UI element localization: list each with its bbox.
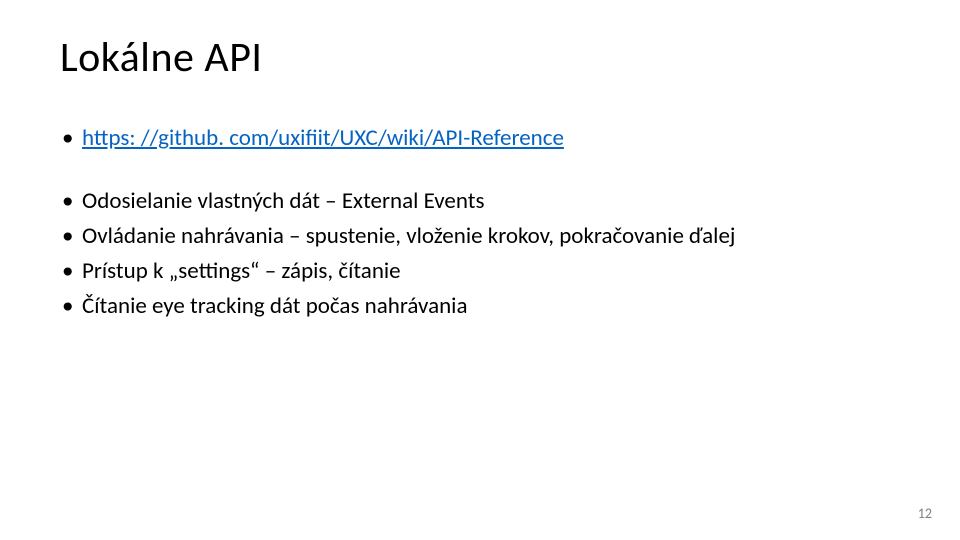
link-list: https: //github. com/uxifiit/UXC/wiki/AP…: [60, 123, 900, 154]
list-item: Čítanie eye tracking dát počas nahrávani…: [60, 291, 900, 322]
api-reference-link[interactable]: https: //github. com/uxifiit/UXC/wiki/AP…: [82, 124, 564, 152]
content-list: Odosielanie vlastných dát – External Eve…: [60, 186, 900, 322]
list-item: Prístup k „settings“ – zápis, čítanie: [60, 256, 900, 287]
page-number: 12: [918, 505, 932, 522]
list-item: Odosielanie vlastných dát – External Eve…: [60, 186, 900, 217]
slide: Lokálne API https: //github. com/uxifiit…: [0, 0, 960, 540]
page-title: Lokálne API: [60, 32, 900, 83]
list-item: https: //github. com/uxifiit/UXC/wiki/AP…: [60, 123, 900, 154]
list-item: Ovládanie nahrávania – spustenie, vložen…: [60, 221, 900, 252]
spacer: [60, 158, 900, 186]
